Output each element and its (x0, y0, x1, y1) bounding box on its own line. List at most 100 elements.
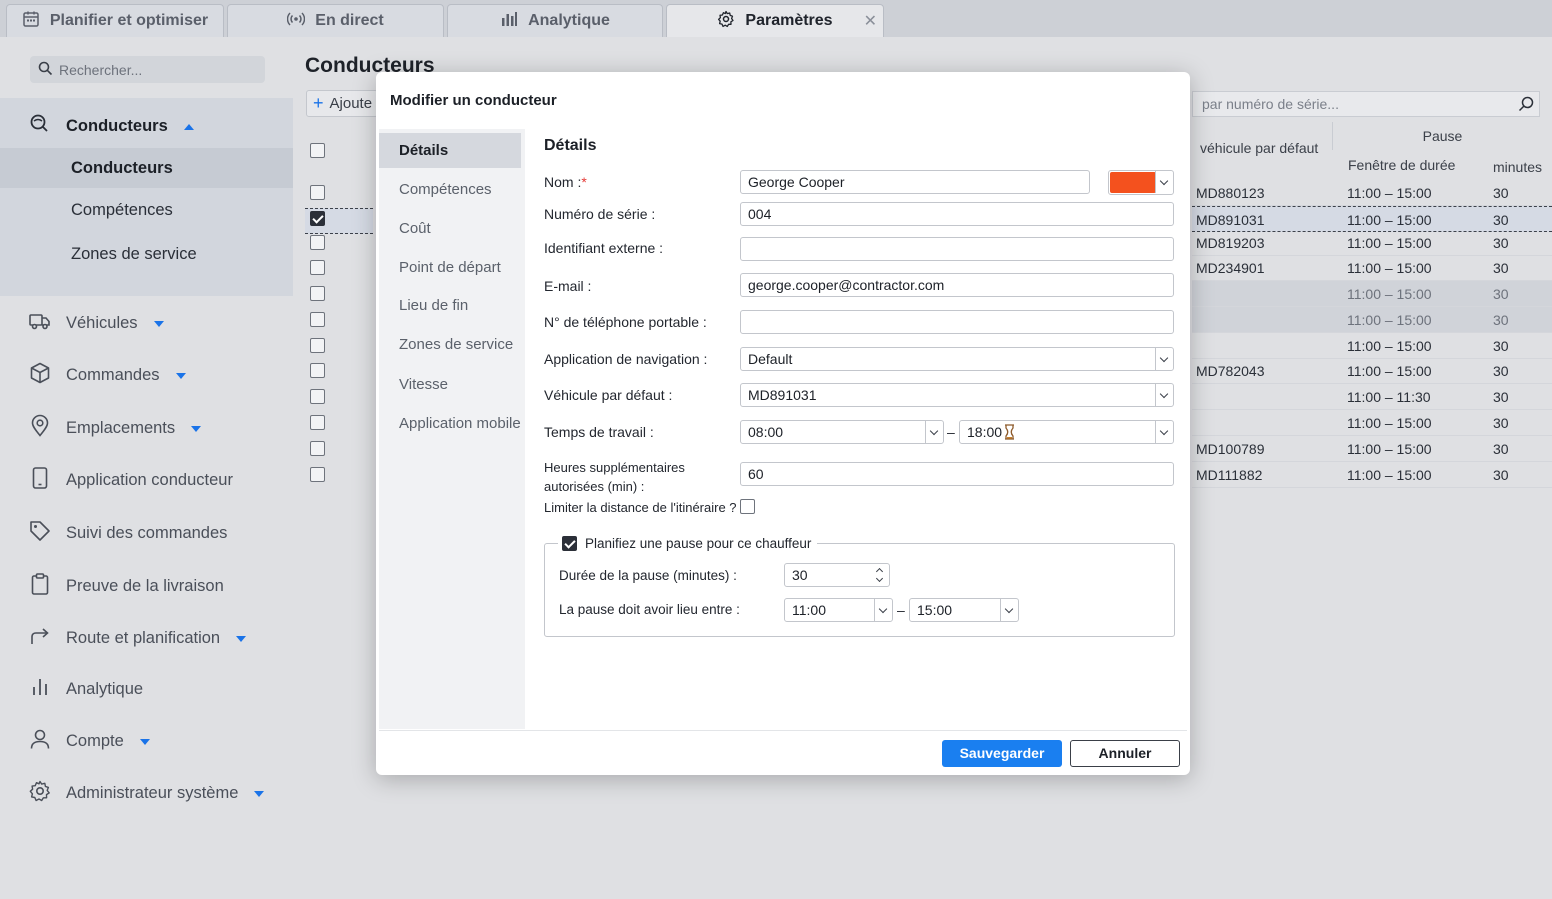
work-end-select[interactable]: 18:00 (959, 420, 1174, 444)
break-start-select[interactable]: 11:00 (784, 598, 893, 622)
table-row[interactable]: MD782043 11:00 – 15:00 30 (1192, 358, 1552, 384)
break-fieldset (544, 543, 1175, 637)
overtime-label-line1: Heures supplémentaires (544, 460, 685, 475)
sidebar: Rechercher... Conducteurs Conducteurs Co… (0, 37, 293, 899)
serial-field[interactable]: 004 (740, 202, 1174, 226)
row-checkbox[interactable] (310, 441, 325, 456)
tab-planifier[interactable]: Planifier et optimiser (6, 4, 224, 37)
row-checkbox[interactable] (310, 312, 325, 327)
table-row[interactable]: 11:00 – 15:00 30 (1192, 333, 1552, 359)
chevron-down-icon[interactable] (1155, 171, 1173, 193)
chevron-down-icon[interactable] (925, 421, 943, 443)
work-start-select[interactable]: 08:00 (740, 420, 944, 444)
dialog-nav-item-point-depart[interactable]: Point de départ (399, 259, 501, 276)
add-driver-button[interactable]: + Ajoute (306, 90, 378, 117)
sidebar-item-compte[interactable]: Compte (28, 727, 150, 756)
table-row[interactable]: MD819203 11:00 – 15:00 30 (1192, 230, 1552, 256)
sidebar-subitem-zones[interactable]: Zones de service (71, 245, 197, 264)
table-row[interactable]: MD880123 11:00 – 15:00 30 (1192, 180, 1552, 206)
limit-distance-checkbox[interactable] (740, 499, 755, 514)
mobile-field[interactable] (740, 310, 1174, 334)
chevron-down-icon[interactable] (874, 599, 892, 621)
sidebar-item-analytique[interactable]: Analytique (28, 675, 143, 704)
dialog-nav-item-details[interactable]: Détails (379, 133, 521, 168)
cell-minutes: 30 (1493, 312, 1509, 328)
table-search-input[interactable]: par numéro de série... (1192, 91, 1540, 117)
dialog-nav-item-lieu-fin[interactable]: Lieu de fin (399, 297, 468, 314)
sidebar-item-conducteurs[interactable]: Conducteurs (28, 112, 194, 141)
search-placeholder: Rechercher... (59, 61, 143, 78)
column-header-vehicle: véhicule par défaut (1200, 140, 1319, 156)
name-label-text: Nom : (544, 174, 582, 190)
table-row[interactable]: MD891031 11:00 – 15:00 30 (1192, 206, 1552, 232)
table-row[interactable]: 11:00 – 15:00 30 (1192, 410, 1552, 436)
color-picker[interactable] (1108, 170, 1174, 195)
break-between-label: La pause doit avoir lieu entre : (559, 602, 740, 617)
sidebar-subitem-competences[interactable]: Compétences (71, 201, 173, 220)
row-checkbox[interactable] (310, 338, 325, 353)
table-row[interactable]: MD111882 11:00 – 15:00 30 (1192, 462, 1552, 488)
name-field[interactable]: George Cooper (740, 170, 1090, 194)
name-label: Nom :* (544, 174, 587, 190)
sidebar-search-input[interactable]: Rechercher... (30, 56, 265, 83)
cell-vehicle: MD111882 (1196, 467, 1263, 483)
row-checkbox[interactable] (310, 185, 325, 200)
chevron-down-icon[interactable] (1155, 348, 1173, 370)
row-checkbox[interactable] (310, 235, 325, 250)
tab-en-direct[interactable]: En direct (227, 4, 444, 37)
dialog-nav-item-vitesse[interactable]: Vitesse (399, 376, 448, 393)
row-checkbox[interactable] (310, 260, 325, 275)
break-duration-field[interactable]: 30 (784, 563, 890, 587)
sidebar-item-preuve-livraison[interactable]: Preuve de la livraison (28, 572, 224, 601)
plus-icon: + (313, 93, 324, 113)
tab-label: Paramètres (745, 12, 833, 29)
row-checkbox[interactable] (310, 286, 325, 301)
dialog-nav-item-app-mobile[interactable]: Application mobile (399, 415, 521, 432)
sidebar-item-emplacements[interactable]: Emplacements (28, 414, 202, 443)
stepper-arrows-icon[interactable] (871, 564, 889, 588)
sidebar-subitem-conducteurs[interactable]: Conducteurs (71, 159, 173, 178)
chevron-down-icon[interactable] (1155, 421, 1173, 443)
close-icon[interactable]: ✕ (864, 11, 877, 31)
tab-parametres[interactable]: Paramètres ✕ (666, 4, 884, 37)
cell-minutes: 30 (1493, 363, 1509, 379)
external-id-field[interactable] (740, 237, 1174, 261)
clipboard-icon (28, 572, 52, 601)
overtime-field[interactable]: 60 (740, 462, 1174, 486)
dialog-nav-item-competences[interactable]: Compétences (399, 181, 492, 198)
row-checkbox[interactable] (310, 467, 325, 482)
sidebar-item-admin-systeme[interactable]: Administrateur système (28, 779, 265, 808)
chevron-down-icon[interactable] (1155, 384, 1173, 406)
table-row[interactable]: 11:00 – 11:30 30 (1192, 384, 1552, 410)
sidebar-item-commandes[interactable]: Commandes (28, 361, 186, 390)
plan-break-checkbox[interactable] (562, 535, 577, 551)
row-checkbox[interactable] (310, 211, 325, 226)
tab-analytique[interactable]: Analytique (447, 4, 663, 37)
table-row[interactable]: 11:00 – 15:00 30 (1192, 281, 1552, 307)
select-all-checkbox[interactable] (310, 143, 325, 158)
add-button-label: Ajoute (329, 95, 373, 112)
dialog-nav-item-zones[interactable]: Zones de service (399, 336, 513, 353)
break-end-select[interactable]: 15:00 (909, 598, 1019, 622)
cell-minutes: 30 (1493, 286, 1509, 302)
search-icon[interactable] (1517, 95, 1535, 113)
table-row[interactable]: MD100789 11:00 – 15:00 30 (1192, 436, 1552, 462)
sidebar-item-app-conducteur[interactable]: Application conducteur (28, 466, 233, 495)
default-vehicle-select[interactable]: MD891031 (740, 383, 1174, 407)
row-checkbox[interactable] (310, 389, 325, 404)
required-marker: * (581, 174, 587, 190)
dialog-nav-item-cout[interactable]: Coût (399, 220, 431, 237)
sidebar-item-suivi-commandes[interactable]: Suivi des commandes (28, 519, 227, 548)
chevron-down-icon[interactable] (1000, 599, 1018, 621)
nav-app-select[interactable]: Default (740, 347, 1174, 371)
row-checkbox[interactable] (310, 415, 325, 430)
save-button[interactable]: Sauvegarder (942, 740, 1062, 767)
table-row[interactable]: MD234901 11:00 – 15:00 30 (1192, 255, 1552, 281)
table-row[interactable]: 11:00 – 15:00 30 (1192, 307, 1552, 333)
cancel-button[interactable]: Annuler (1070, 740, 1180, 767)
sidebar-item-vehicules[interactable]: Véhicules (28, 309, 164, 338)
row-checkbox[interactable] (310, 363, 325, 378)
column-header-pause: Pause (1332, 122, 1552, 150)
email-field[interactable]: george.cooper@contractor.com (740, 273, 1174, 297)
sidebar-item-route-planification[interactable]: Route et planification (28, 624, 247, 653)
